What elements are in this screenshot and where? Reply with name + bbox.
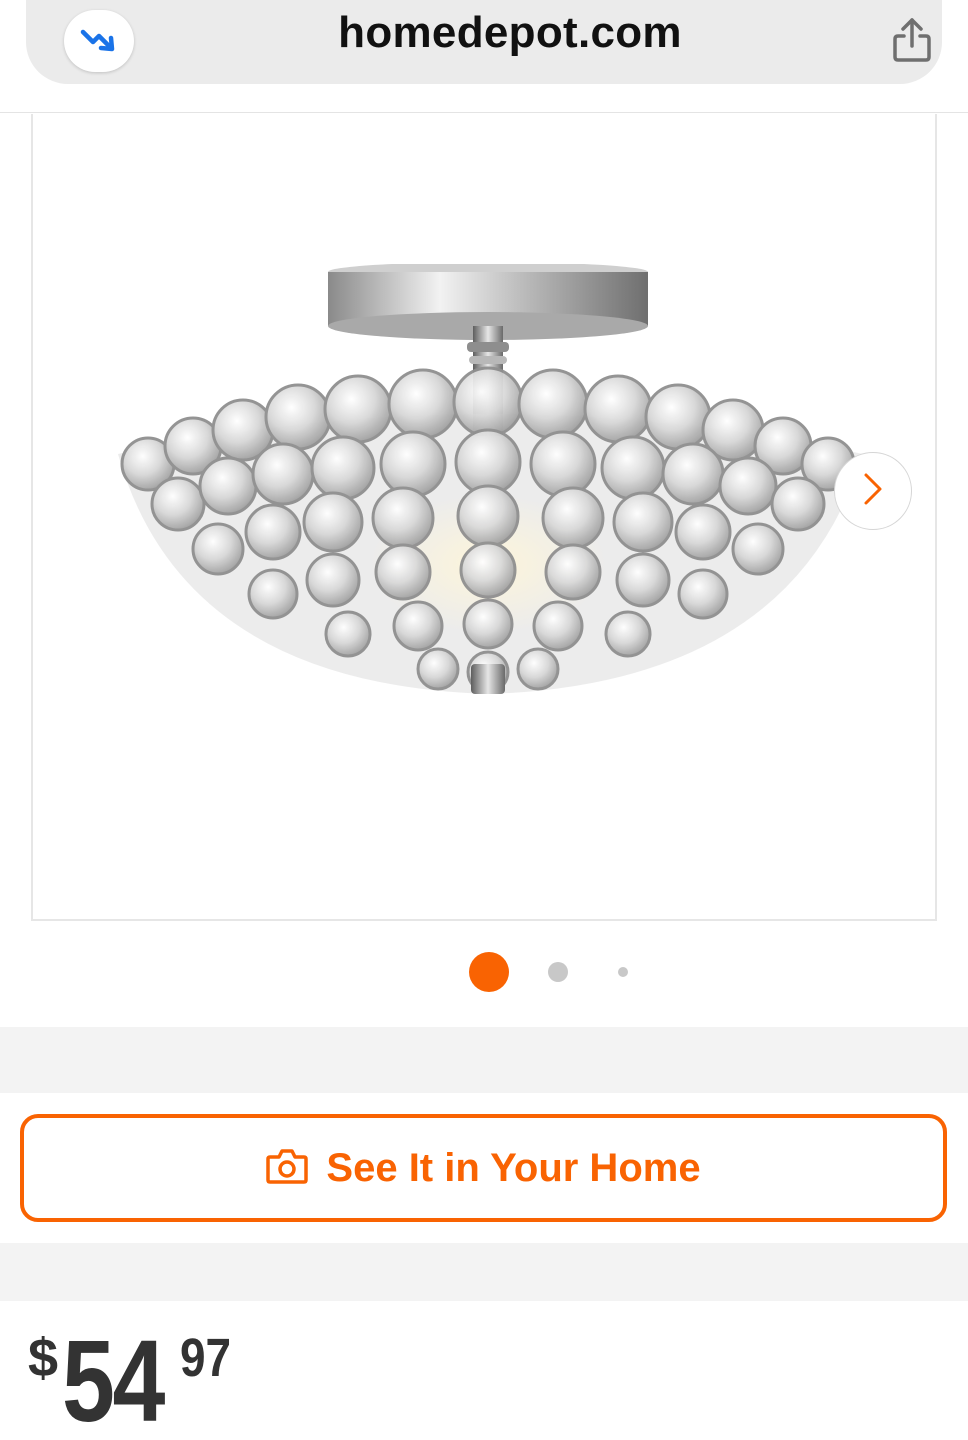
share-icon[interactable] — [884, 12, 940, 68]
trend-down-arrow-icon[interactable] — [64, 10, 134, 72]
price-section: $ 54 97 — [0, 1301, 968, 1440]
camera-icon — [266, 1147, 309, 1190]
product-image — [118, 264, 863, 694]
price-dollars: 54 — [62, 1316, 165, 1440]
browser-toolbar: homedepot.com — [0, 0, 968, 113]
section-divider — [0, 1027, 968, 1093]
pagination-dot-active[interactable] — [469, 952, 509, 992]
see-it-in-your-home-label: See It in Your Home — [326, 1145, 701, 1190]
price-cents: 97 — [180, 1328, 232, 1388]
product-gallery — [0, 114, 968, 1026]
gallery-pagination-dots — [0, 952, 968, 992]
product-image-frame[interactable] — [31, 114, 937, 921]
section-divider — [0, 1243, 968, 1301]
pagination-dot[interactable] — [618, 967, 628, 977]
gallery-next-button[interactable] — [834, 452, 912, 530]
address-bar[interactable]: homedepot.com — [26, 0, 942, 84]
url-text[interactable]: homedepot.com — [226, 8, 794, 58]
chevron-right-icon — [860, 471, 886, 512]
price-currency: $ — [28, 1328, 59, 1388]
ar-section: See It in Your Home — [0, 1093, 968, 1243]
see-it-in-your-home-button[interactable]: See It in Your Home — [20, 1114, 947, 1222]
pagination-dot[interactable] — [548, 962, 568, 982]
